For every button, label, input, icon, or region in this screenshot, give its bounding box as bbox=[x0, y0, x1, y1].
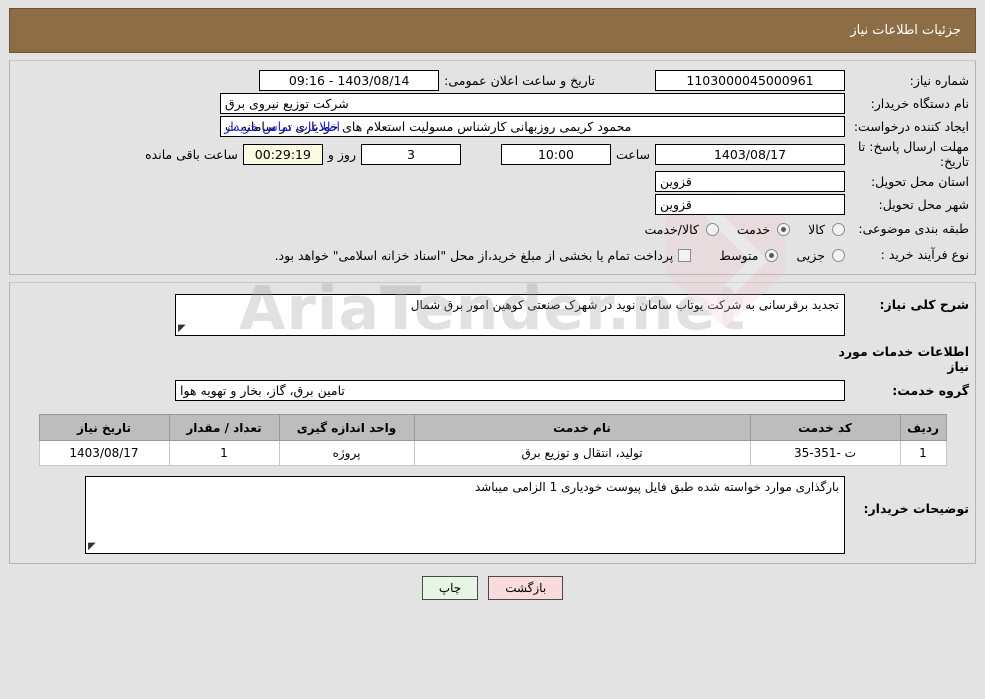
buyer-org-label: نام دستگاه خریدار: bbox=[870, 95, 969, 111]
need-number-label: شماره نیاز: bbox=[909, 72, 969, 88]
category-label-kala-khedmat: کالا/خدمت bbox=[644, 221, 699, 237]
cell-radif: 1 bbox=[899, 440, 947, 466]
services-table: ردیف کد خدمت نام خدمت واحد اندازه گیری ت… bbox=[38, 414, 947, 466]
table-row: 1 ت -351-35 تولید، انتقال و توزیع برق پر… bbox=[38, 440, 947, 466]
service-group-label: گروه خدمت: bbox=[892, 382, 969, 398]
treasury-checkbox[interactable] bbox=[678, 248, 692, 262]
back-button[interactable]: بازگشت bbox=[488, 576, 564, 600]
row-general-desc: شرح کلی نیاز: تجدید برقرسانی به شرکت یوت… bbox=[10, 293, 975, 337]
category-radio-group: کالا خدمت کالا/خدمت bbox=[630, 222, 845, 237]
cell-service-name: تولید، انتقال و توزیع برق bbox=[413, 440, 751, 466]
province-label: استان محل تحویل: bbox=[870, 173, 969, 189]
process-label-motavaset: متوسط bbox=[719, 247, 759, 263]
resize-grip-icon-notes[interactable]: ◥ bbox=[88, 541, 98, 552]
row-buyer-org: نام دستگاه خریدار: شرکت توزیع نیروی برق bbox=[10, 92, 975, 115]
row-buyer-notes: توضیحات خریدار: بارگذاری موارد خواسته شد… bbox=[10, 470, 975, 555]
deadline-date-field[interactable]: 1403/08/17 bbox=[655, 143, 845, 165]
days-remaining-field[interactable]: 3 bbox=[360, 143, 461, 165]
cell-unit: پروژه bbox=[278, 440, 415, 466]
city-label: شهر محل تحویل: bbox=[878, 196, 969, 212]
process-radio-jozei[interactable] bbox=[832, 248, 845, 262]
city-field[interactable]: قزوین bbox=[655, 194, 845, 215]
deadline-hour-label: ساعت bbox=[615, 146, 650, 162]
process-radio-motavaset[interactable] bbox=[765, 248, 779, 262]
process-label: نوع فرآیند خرید : bbox=[880, 247, 969, 262]
general-desc-textarea[interactable]: تجدید برقرسانی به شرکت یوتاب سامان نوید … bbox=[175, 294, 845, 336]
creator-label: ایجاد کننده درخواست: bbox=[853, 118, 969, 134]
category-radio-kala-khedmat[interactable] bbox=[705, 222, 719, 236]
resize-grip-icon[interactable]: ◥ bbox=[178, 323, 188, 334]
services-table-wrapper: ردیف کد خدمت نام خدمت واحد اندازه گیری ت… bbox=[10, 402, 975, 470]
service-group-field[interactable]: تامین برق، گاز، بخار و تهویه هوا bbox=[175, 380, 845, 401]
th-service-name: نام خدمت bbox=[413, 414, 751, 441]
buyer-notes-text: بارگذاری موارد خواسته شده طبق فایل پیوست… bbox=[474, 480, 839, 494]
buyer-notes-textarea[interactable]: بارگذاری موارد خواسته شده طبق فایل پیوست… bbox=[85, 476, 845, 554]
category-label-khedmat: خدمت bbox=[736, 221, 771, 237]
buyer-org-field[interactable]: شرکت توزیع نیروی برق bbox=[220, 93, 845, 114]
row-service-group: گروه خدمت: تامین برق، گاز، بخار و تهویه … bbox=[10, 379, 975, 402]
deadline-time-field[interactable]: 10:00 bbox=[500, 143, 611, 165]
buyer-notes-label: توضیحات خریدار: bbox=[863, 501, 969, 516]
countdown-timer-field: 00:29:19 bbox=[242, 143, 323, 165]
row-category: طبقه بندی موضوعی: کالا خدمت کالا/خدمت bbox=[10, 216, 975, 242]
row-need-number: شماره نیاز: 1103000045000961 تاریخ و ساع… bbox=[10, 69, 975, 92]
services-section-title: اطلاعات خدمات مورد نیاز bbox=[838, 344, 969, 374]
row-request-creator: ایجاد کننده درخواست: محمود کریمی روزبهان… bbox=[10, 115, 975, 138]
treasury-checkbox-label: پرداخت تمام یا بخشی از مبلغ خرید،از محل … bbox=[274, 247, 674, 263]
row-province: استان محل تحویل: قزوین bbox=[10, 170, 975, 193]
cell-need-date: 1403/08/17 bbox=[38, 440, 170, 466]
general-desc-label: شرح کلی نیاز: bbox=[879, 297, 969, 312]
th-need-date: تاریخ نیاز bbox=[38, 414, 170, 441]
service-info-panel: شرح کلی نیاز: تجدید برقرسانی به شرکت یوت… bbox=[9, 282, 976, 564]
row-city: شهر محل تحویل: قزوین bbox=[10, 193, 975, 216]
th-service-code: کد خدمت bbox=[749, 414, 901, 441]
countdown-label: ساعت باقی مانده bbox=[145, 146, 238, 162]
category-label: طبقه بندی موضوعی: bbox=[858, 221, 969, 236]
th-quantity: تعداد / مقدار bbox=[168, 414, 280, 441]
th-unit: واحد اندازه گیری bbox=[278, 414, 415, 441]
table-header-row: ردیف کد خدمت نام خدمت واحد اندازه گیری ت… bbox=[38, 414, 947, 441]
general-desc-text: تجدید برقرسانی به شرکت یوتاب سامان نوید … bbox=[410, 298, 839, 312]
cell-quantity: 1 bbox=[168, 440, 280, 466]
public-announce-field[interactable]: 1403/08/14 - 09:16 bbox=[259, 70, 440, 91]
page-title: جزئیات اطلاعات نیاز bbox=[850, 23, 961, 38]
page-header-bar: جزئیات اطلاعات نیاز bbox=[9, 8, 976, 53]
buyer-contact-link[interactable]: اطلاعات تماس خریدار bbox=[224, 119, 340, 134]
row-services-heading: اطلاعات خدمات مورد نیاز bbox=[10, 337, 975, 379]
row-deadline: مهلت ارسال پاسخ: تا تاریخ: 1403/08/17 سا… bbox=[10, 138, 975, 170]
process-label-jozei: جزیی bbox=[796, 247, 825, 263]
process-radio-group: جزیی متوسط bbox=[705, 248, 845, 263]
print-button[interactable]: چاپ bbox=[421, 576, 479, 600]
category-label-kala: کالا bbox=[808, 221, 825, 237]
deadline-label: مهلت ارسال پاسخ: تا تاریخ: bbox=[858, 139, 969, 169]
th-radif: ردیف bbox=[899, 414, 947, 441]
province-field[interactable]: قزوین bbox=[655, 171, 845, 192]
row-process: نوع فرآیند خرید : جزیی متوسط پرداخت تمام… bbox=[10, 242, 975, 268]
public-announce-label: تاریخ و ساعت اعلان عمومی: bbox=[444, 73, 595, 88]
days-label: روز و bbox=[327, 146, 356, 162]
need-number-field[interactable]: 1103000045000961 bbox=[655, 70, 845, 91]
category-radio-khedmat[interactable] bbox=[777, 222, 791, 236]
category-radio-kala[interactable] bbox=[832, 222, 845, 236]
cell-service-code: ت -351-35 bbox=[749, 440, 901, 466]
need-info-panel: AriaTender.net شماره نیاز: 1103000045000… bbox=[9, 60, 976, 344]
action-button-bar: بازگشت چاپ bbox=[0, 576, 985, 600]
